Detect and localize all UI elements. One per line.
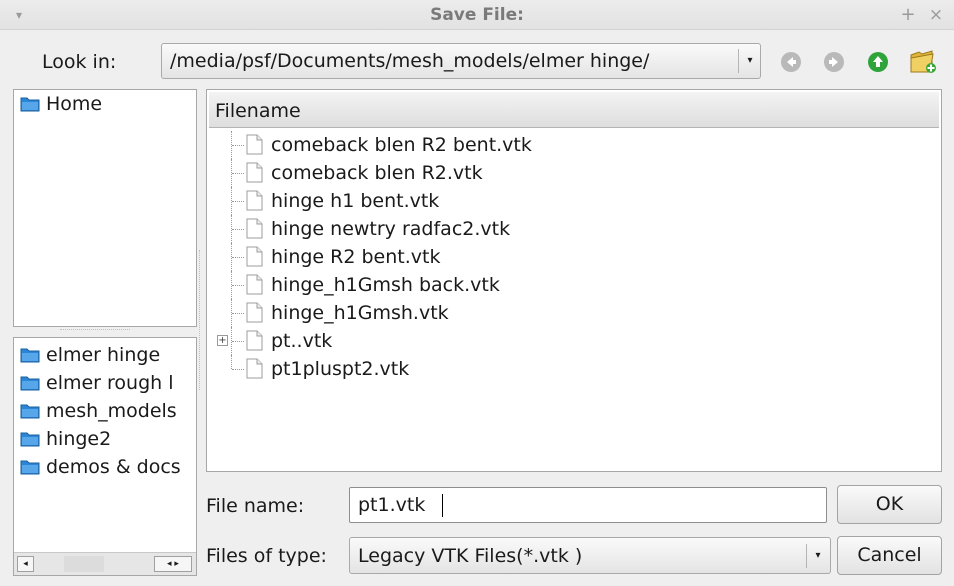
file-row[interactable]: + pt..vtk: [207, 327, 937, 355]
scrollbar-thumb[interactable]: [64, 556, 104, 572]
document-icon: [246, 246, 263, 267]
sidebar-item-label: Home: [46, 93, 103, 115]
back-icon: [781, 52, 801, 72]
sidebar-item-label: elmer rough l: [46, 372, 174, 394]
file-name: comeback blen R2 bent.vtk: [271, 134, 532, 156]
file-type-value: Legacy VTK Files(*.vtk ): [358, 545, 583, 567]
filename-column-header[interactable]: Filename: [209, 92, 939, 128]
tree-line: [232, 257, 244, 258]
sidebar-item-home[interactable]: Home: [20, 92, 102, 116]
window-menu-icon[interactable]: ▾: [10, 6, 28, 24]
expand-icon[interactable]: +: [217, 335, 228, 346]
combo-separator: [738, 49, 739, 73]
back-button[interactable]: [779, 50, 803, 74]
file-name-input[interactable]: pt1.vtk: [349, 487, 827, 523]
up-folder-button[interactable]: [866, 50, 890, 74]
document-icon: [246, 358, 263, 379]
scroll-arrows-icon[interactable]: ◂ ▸: [154, 556, 192, 572]
file-row[interactable]: hinge newtry radfac2.vtk: [207, 215, 937, 243]
chevron-down-icon[interactable]: ▾: [742, 50, 758, 72]
sidebar-item-label: demos & docs: [46, 456, 181, 478]
document-icon: [246, 218, 263, 239]
sidebar-item-demos-docs[interactable]: demos & docs: [20, 455, 181, 479]
close-icon[interactable]: ×: [926, 3, 946, 27]
tree-line: [232, 369, 244, 370]
file-name: hinge newtry radfac2.vtk: [271, 218, 511, 240]
tree-line: [231, 355, 232, 369]
file-name: hinge R2 bent.vtk: [271, 246, 441, 268]
tree-line: [232, 341, 244, 342]
document-icon: [246, 302, 263, 323]
document-icon: [246, 190, 263, 211]
file-list[interactable]: Filename comeback blen R2 bent.vtk comeb…: [206, 89, 942, 472]
file-name: pt..vtk: [271, 330, 333, 352]
sidebar-item-label: mesh_models: [46, 400, 177, 422]
chevron-down-icon[interactable]: ▾: [810, 545, 826, 567]
file-type-label: Files of type:: [206, 545, 327, 567]
file-name: pt1pluspt2.vtk: [271, 358, 410, 380]
combo-separator: [806, 544, 807, 568]
sidebar-item-hinge2[interactable]: hinge2: [20, 427, 111, 451]
scroll-left-icon[interactable]: ◂: [17, 556, 34, 572]
forward-icon: [824, 52, 844, 72]
cancel-button[interactable]: Cancel: [837, 536, 942, 575]
tree-line: [232, 173, 244, 174]
file-row[interactable]: pt1pluspt2.vtk: [207, 355, 937, 383]
folder-icon: [20, 348, 40, 363]
file-row[interactable]: hinge_h1Gmsh back.vtk: [207, 271, 937, 299]
file-row[interactable]: comeback blen R2.vtk: [207, 159, 937, 187]
file-name: hinge_h1Gmsh.vtk: [271, 302, 449, 324]
document-icon: [246, 330, 263, 351]
folder-icon: [20, 460, 40, 475]
sidebar-item-label: elmer hinge: [46, 344, 161, 366]
document-icon: [246, 162, 263, 183]
up-icon: [868, 52, 888, 72]
sidebar-places[interactable]: Home: [13, 89, 197, 327]
folder-icon: [20, 404, 40, 419]
file-name: hinge h1 bent.vtk: [271, 190, 440, 212]
ok-button[interactable]: OK: [837, 485, 942, 524]
tree-line: [232, 145, 244, 146]
file-name: comeback blen R2.vtk: [271, 162, 483, 184]
text-caret: [442, 494, 443, 517]
pane-splitter[interactable]: [199, 250, 203, 390]
window-title: Save File:: [430, 5, 524, 25]
folder-icon: [20, 97, 40, 112]
sidebar-item-elmer-rough[interactable]: elmer rough l: [20, 371, 174, 395]
file-row[interactable]: hinge h1 bent.vtk: [207, 187, 937, 215]
folder-icon: [20, 376, 40, 391]
look-in-label: Look in:: [42, 51, 117, 73]
file-row[interactable]: hinge_h1Gmsh.vtk: [207, 299, 937, 327]
new-folder-icon: [910, 50, 936, 73]
sidebar-item-label: hinge2: [46, 428, 112, 450]
file-row[interactable]: hinge R2 bent.vtk: [207, 243, 937, 271]
tree-line: [232, 285, 244, 286]
tree-line: [232, 229, 244, 230]
sidebar-splitter[interactable]: [60, 329, 130, 331]
look-in-combobox[interactable]: /media/psf/Documents/mesh_models/elmer h…: [161, 43, 761, 79]
file-name-label: File name:: [206, 495, 305, 517]
sidebar-item-mesh-models[interactable]: mesh_models: [20, 399, 177, 423]
sidebar-horizontal-scrollbar[interactable]: ◂ ◂ ▸: [14, 552, 196, 575]
file-name-value: pt1.vtk: [358, 494, 426, 516]
tree-line: [232, 201, 244, 202]
new-folder-button[interactable]: [908, 46, 938, 76]
sidebar-recent[interactable]: elmer hinge elmer rough l mesh_models hi…: [13, 337, 197, 576]
column-header-label: Filename: [215, 100, 301, 122]
file-type-combobox[interactable]: Legacy VTK Files(*.vtk ) ▾: [349, 537, 831, 574]
folder-icon: [20, 432, 40, 447]
document-icon: [246, 134, 263, 155]
document-icon: [246, 274, 263, 295]
file-row[interactable]: comeback blen R2 bent.vtk: [207, 131, 937, 159]
tree-line: [232, 313, 244, 314]
forward-button[interactable]: [822, 50, 846, 74]
maximize-icon[interactable]: +: [898, 3, 918, 27]
file-name: hinge_h1Gmsh back.vtk: [271, 274, 500, 296]
look-in-path: /media/psf/Documents/mesh_models/elmer h…: [170, 50, 650, 72]
sidebar-item-elmer-hinge[interactable]: elmer hinge: [20, 343, 160, 367]
